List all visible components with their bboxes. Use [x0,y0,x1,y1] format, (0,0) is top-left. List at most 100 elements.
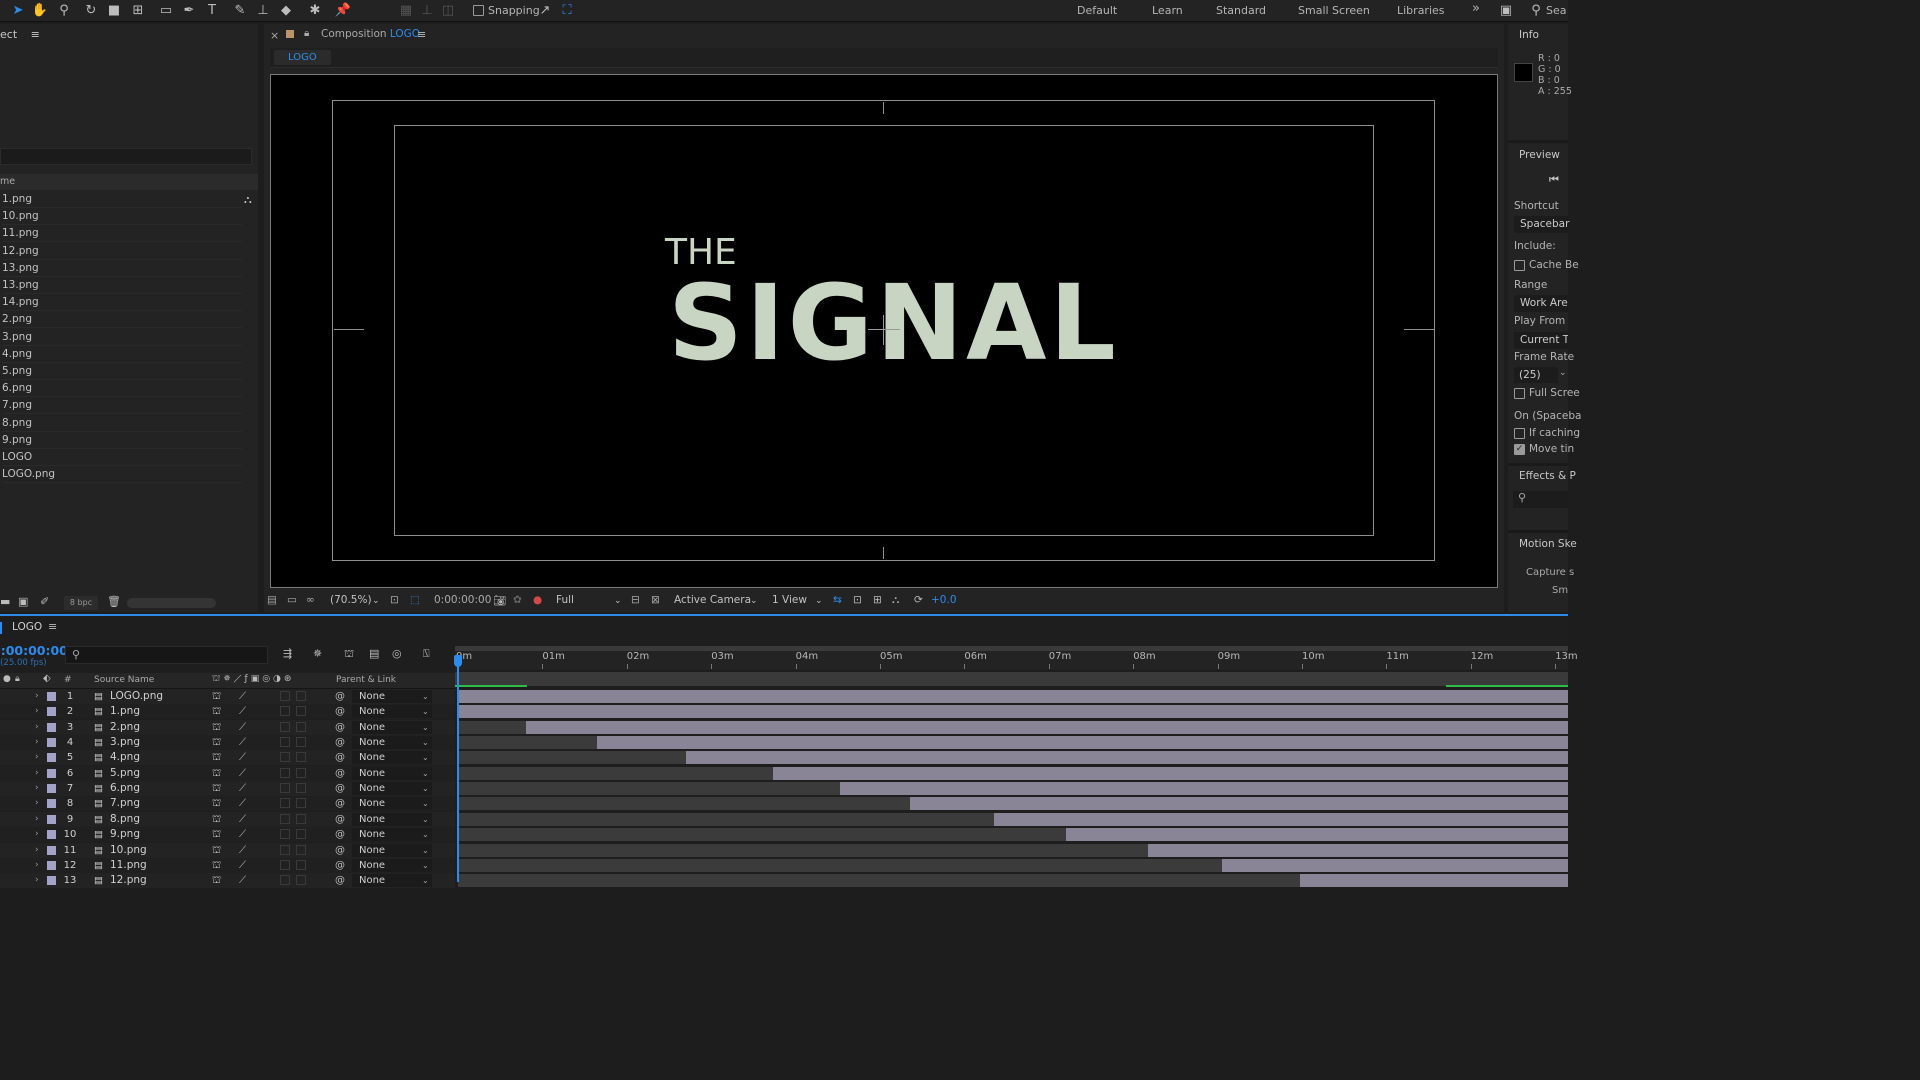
label-color-swatch[interactable] [47,768,56,778]
parent-dropdown[interactable]: None [352,812,432,826]
brush-tool-icon[interactable]: ✎ [231,2,249,20]
playhead-line[interactable] [457,665,459,882]
layer-source-name[interactable]: 4.png [110,750,140,765]
shy-switch-icon[interactable]: ⛫ [212,750,221,765]
adjustment-switch[interactable] [296,844,306,855]
flowchart-view-icon[interactable]: ⛬ [892,594,899,607]
target-region-icon[interactable]: ⊟ [631,594,640,606]
flowchart-icon[interactable]: ⛬ [244,193,252,207]
pick-whip-icon[interactable]: @ [335,766,345,781]
close-tab-icon[interactable]: × [270,29,279,42]
toggle-pixel-aspect-icon[interactable]: ⇆ [833,594,842,606]
camera-dropdown[interactable]: Active Camera [674,594,751,606]
twirl-chevron-icon[interactable]: › [35,796,39,811]
layer-duration-bar[interactable] [840,782,1568,796]
timeline-icon[interactable]: ⊞ [873,594,882,606]
twirl-chevron-icon[interactable]: › [35,720,39,735]
quality-switch-icon[interactable]: ⟋ [239,689,246,704]
pick-whip-icon[interactable]: @ [335,750,345,765]
trash-icon[interactable]: 🗑 [107,595,121,608]
layer-duration-bar[interactable] [993,812,1568,826]
project-item[interactable]: 5.png [2,363,242,380]
comp-mini-flowchart-icon[interactable]: ⇶ [283,647,292,660]
motion-blur-switch[interactable] [280,721,290,732]
info-panel-title[interactable]: Info [1519,29,1539,41]
fit-icon[interactable]: ⊡ [390,594,399,606]
adjustment-switch[interactable] [296,783,306,794]
layer-row[interactable]: › 13 ▤ 12.png ⛫ ⟋ @ None ⌄ [0,873,455,889]
pick-whip-icon[interactable]: @ [335,843,345,858]
adjustment-switch[interactable] [296,691,306,701]
motion-blur-switch[interactable] [280,798,290,809]
frame-rate-dropdown[interactable]: (25) [1514,367,1558,383]
video-switch-icon[interactable]: ● [3,674,11,684]
twirl-chevron-icon[interactable]: › [35,704,39,719]
exposure-value[interactable]: +0.0 [931,594,957,606]
parent-dropdown[interactable]: None [352,766,432,780]
shy-switch-icon[interactable]: ⛫ [212,873,221,888]
motion-blur-switch[interactable] [280,875,290,886]
adjustment-switch[interactable] [296,737,306,748]
motion-sketch-title[interactable]: Motion Ske [1519,538,1577,550]
layer-duration-bar[interactable] [685,751,1568,765]
bit-depth-button[interactable]: 8 bpc [64,596,98,610]
layer-row[interactable]: › 4 ▤ 3.png ⛫ ⟋ @ None ⌄ [0,735,455,751]
shy-switch-icon[interactable]: ⛫ [212,843,221,858]
pick-whip-icon[interactable]: @ [335,689,345,704]
label-color-swatch[interactable] [47,799,56,809]
panel-menu-icon[interactable]: ≡ [48,620,57,633]
adjustment-switch[interactable] [296,798,306,809]
adjustment-switch[interactable] [296,875,306,886]
label-color-swatch[interactable] [47,692,56,701]
pick-whip-icon[interactable]: @ [335,704,345,719]
parent-dropdown[interactable]: None [352,828,432,842]
motion-blur-switch[interactable] [280,767,290,778]
quality-switch-icon[interactable]: ⟋ [239,858,246,873]
cache-before-checkbox[interactable] [1514,260,1525,271]
twirl-chevron-icon[interactable]: › [35,858,39,873]
motion-blur-switch[interactable] [280,844,290,855]
project-item[interactable]: 8.png [2,415,242,432]
quality-switch-icon[interactable]: ⟋ [239,827,246,842]
motion-blur-switch[interactable] [280,829,290,840]
quality-switch-icon[interactable]: ⟋ [239,843,246,858]
pick-whip-icon[interactable]: @ [335,858,345,873]
mask-visibility-icon[interactable]: ∞ [306,594,315,606]
parent-dropdown[interactable]: None [352,843,432,857]
project-item[interactable]: 1.png [2,191,242,208]
twirl-chevron-icon[interactable]: › [35,750,39,765]
preview-panel-title[interactable]: Preview [1519,149,1560,161]
type-tool-icon[interactable]: T [203,2,221,20]
project-column-header[interactable]: me [0,174,258,190]
project-item[interactable]: 3.png [2,329,242,346]
rectangle-tool-icon[interactable]: ▭ [157,2,175,20]
reset-exposure-icon[interactable]: ⟳ [914,594,923,606]
adjustment-switch[interactable] [296,767,306,778]
effects-panel-title[interactable]: Effects & P [1519,470,1576,482]
search-icon[interactable]: ⚲ [1527,2,1545,20]
interpret-footage-icon[interactable]: ▬ [0,595,10,608]
project-panel-title[interactable]: ect [0,28,17,41]
layer-source-name[interactable]: 3.png [110,735,140,750]
layer-duration-bar[interactable] [1300,874,1568,888]
pick-whip-icon[interactable]: @ [335,812,345,827]
parent-dropdown[interactable]: None [352,720,432,734]
parent-dropdown[interactable]: None [352,782,432,796]
timeline-current-time[interactable]: 0:00:00:00 [0,643,68,658]
timeline-tab[interactable]: LOGO [12,621,42,633]
layer-row[interactable]: › 12 ▤ 11.png ⛫ ⟋ @ None ⌄ [0,857,455,873]
motion-blur-switch[interactable] [280,783,290,794]
first-frame-icon[interactable]: ⏮ [1549,173,1559,187]
parent-dropdown[interactable]: None [352,874,432,888]
twirl-chevron-icon[interactable]: › [35,843,39,858]
quality-switch-icon[interactable]: ⟋ [239,873,246,888]
twirl-chevron-icon[interactable]: › [35,781,39,796]
label-color-swatch[interactable] [47,830,56,840]
label-color-swatch[interactable] [47,845,56,855]
new-folder-icon[interactable]: ▣ [18,595,28,608]
new-comp-icon[interactable]: ✐ [40,595,49,608]
parent-link-column[interactable]: Parent & Link [336,675,396,685]
resolution-dropdown[interactable]: Full [556,594,574,606]
pick-whip-icon[interactable]: @ [335,796,345,811]
project-item[interactable]: 10.png [2,208,242,226]
